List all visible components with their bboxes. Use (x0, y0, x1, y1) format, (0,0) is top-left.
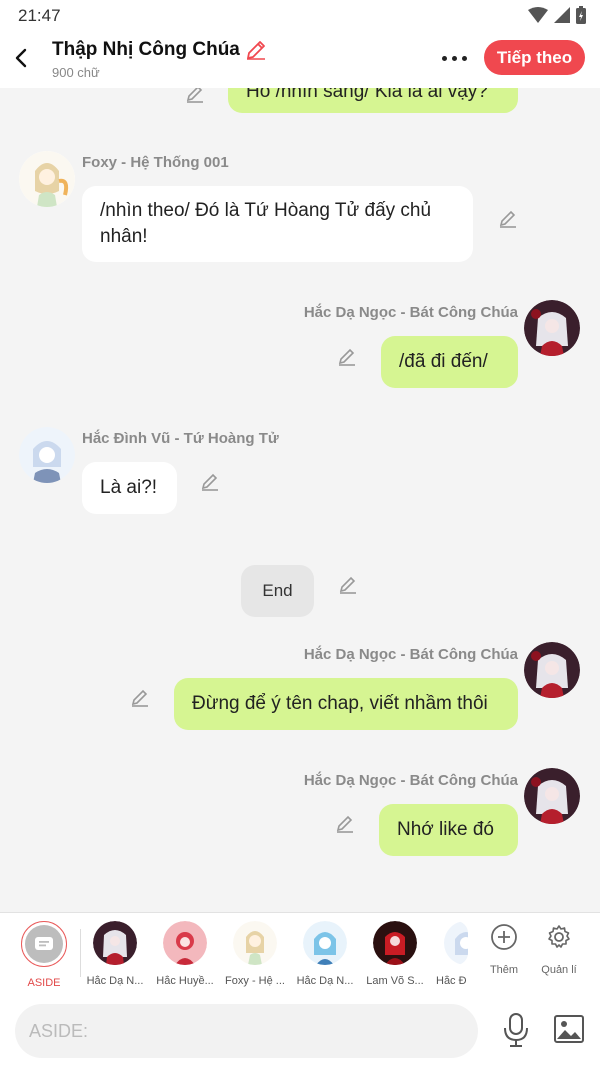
aside-icon (25, 925, 63, 963)
character-foxy[interactable]: Foxy - Hệ ... (225, 921, 285, 987)
edit-message-icon[interactable] (199, 470, 221, 492)
story-title-text: Thập Nhị Công Chúa (52, 39, 240, 60)
avatar-foxy[interactable] (19, 151, 75, 207)
microphone-icon[interactable] (500, 1012, 532, 1048)
image-icon[interactable] (553, 1014, 585, 1044)
manage-label: Quản lí (541, 964, 577, 976)
character-label: Lam Võ S... (366, 975, 424, 987)
status-bar: 21:47 (0, 0, 600, 30)
avatar-hac-da-ngoc[interactable] (524, 768, 580, 824)
chat-area: Hồ /nhìn sang/ Kia là ai vậy? Foxy - Hệ … (0, 88, 600, 912)
add-circle-icon (491, 924, 517, 950)
divider (80, 929, 81, 977)
battery-icon (576, 6, 586, 24)
narration-bubble[interactable]: End (241, 565, 314, 617)
signal-icon (554, 7, 570, 23)
avatar (303, 921, 347, 965)
add-character-button[interactable]: Thêm (481, 923, 527, 976)
edit-message-icon[interactable] (497, 207, 519, 229)
edit-message-icon[interactable] (129, 686, 151, 708)
character-label: Hắc Dạ N... (86, 975, 144, 987)
wifi-icon (528, 7, 548, 23)
message-bubble[interactable]: Hồ /nhìn sang/ Kia là ai vậy? (228, 88, 518, 113)
more-options-icon[interactable] (437, 48, 471, 68)
character-label: ASIDE (27, 977, 61, 989)
edit-message-icon[interactable] (337, 573, 359, 595)
character-lam-vo-s[interactable]: Lam Võ S... (365, 921, 425, 987)
status-icons (528, 6, 586, 24)
message-bubble[interactable]: /đã đi đến/ (381, 336, 518, 388)
avatar (233, 921, 277, 965)
message-bubble[interactable]: Đừng để ý tên chap, viết nhầm thôi (174, 678, 518, 730)
sender-name: Hắc Dạ Ngọc - Bát Công Chúa (303, 772, 518, 789)
character-label: Hắc Huyề... (156, 975, 214, 987)
avatar (93, 921, 137, 965)
sender-name: Foxy - Hệ Thống 001 (82, 154, 229, 171)
story-title[interactable]: Thập Nhị Công Chúa (52, 38, 268, 62)
character-label: Foxy - Hệ ... (225, 975, 285, 987)
sender-name: Hắc Dạ Ngọc - Bát Công Chúa (303, 646, 518, 663)
back-arrow-icon[interactable] (10, 44, 34, 72)
sender-name: Hắc Đình Vũ - Tứ Hoàng Tử (82, 430, 279, 447)
avatar-hac-da-ngoc[interactable] (524, 300, 580, 356)
word-count: 900 chữ (52, 65, 100, 80)
message-bubble[interactable]: Nhớ like đó (379, 804, 518, 856)
message-bubble[interactable]: Là ai?! (82, 462, 177, 514)
message-bubble[interactable]: /nhìn theo/ Đó là Tứ Hòang Tử đấy chủ nh… (82, 186, 473, 262)
status-time: 21:47 (18, 6, 61, 25)
character-hac-da-n-2[interactable]: Hắc Dạ N... (295, 921, 355, 987)
avatar (444, 921, 468, 965)
avatar-hac-dinh-vu[interactable] (19, 427, 75, 483)
message-input-placeholder: ASIDE: (29, 1020, 89, 1041)
character-hac-da-ngoc[interactable]: Hắc Dạ N... (85, 921, 145, 987)
edit-message-icon[interactable] (334, 812, 356, 834)
avatar (163, 921, 207, 965)
character-label: Hắc Dạ N... (296, 975, 354, 987)
character-bar: ASIDE Hắc Dạ N... Hắc Huyề... Foxy - Hệ … (0, 912, 600, 996)
character-hac-huyen[interactable]: Hắc Huyề... (155, 921, 215, 987)
gear-icon (548, 925, 570, 948)
manage-button[interactable]: Quản lí (536, 923, 582, 976)
edit-title-icon[interactable] (244, 38, 268, 62)
message-input[interactable]: ASIDE: (15, 1004, 478, 1058)
sender-name: Hắc Dạ Ngọc - Bát Công Chúa (303, 304, 518, 321)
composer: ASIDE: (0, 996, 600, 1067)
character-hac-d[interactable]: Hắc Đ (432, 921, 468, 987)
character-label: Hắc Đ (436, 975, 467, 987)
avatar (373, 921, 417, 965)
avatar-hac-da-ngoc[interactable] (524, 642, 580, 698)
next-button[interactable]: Tiếp theo (484, 40, 585, 75)
edit-message-icon[interactable] (336, 345, 358, 367)
edit-message-icon[interactable] (184, 88, 206, 104)
character-aside[interactable]: ASIDE (14, 921, 74, 989)
header: Thập Nhị Công Chúa 900 chữ Tiếp theo (0, 30, 600, 88)
add-label: Thêm (489, 964, 519, 976)
